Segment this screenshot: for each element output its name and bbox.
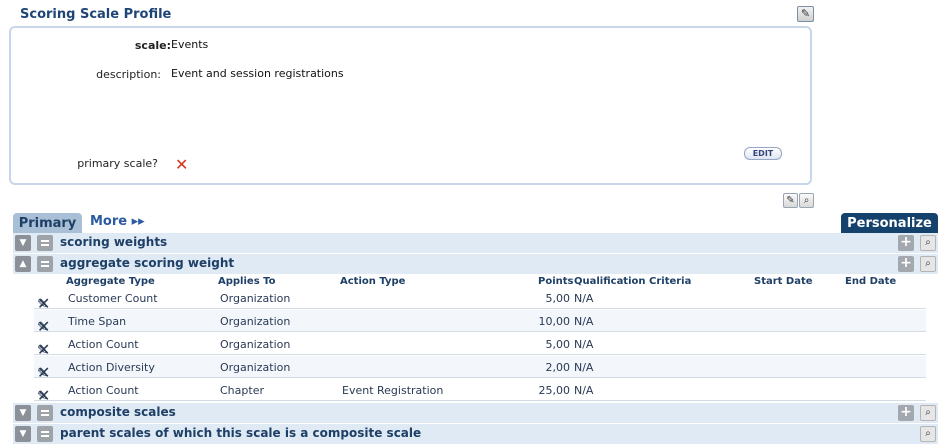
profile-panel: scale: Events description: Event and ses… xyxy=(9,26,812,185)
cell-applies-to: Organization xyxy=(220,292,291,305)
search-icon[interactable]: ⌕ xyxy=(799,193,814,208)
table-row[interactable]: ✎ ✕ Customer Count Organization 5,00 N/A xyxy=(34,287,926,312)
cell-criteria: N/A xyxy=(574,338,594,351)
edit-button[interactable]: EDIT xyxy=(744,147,782,160)
cell-applies-to: Organization xyxy=(220,338,291,351)
cell-points: 10,00 xyxy=(538,315,571,328)
add-icon[interactable]: + xyxy=(898,256,914,272)
cell-action-type: Event Registration xyxy=(342,384,444,397)
panel-toolbar: ✎ ⌕ xyxy=(783,193,814,208)
chevron-down-icon[interactable]: ▼ xyxy=(15,235,31,251)
primary-scale-label: primary scale? xyxy=(77,157,158,170)
section-title[interactable]: scoring weights xyxy=(60,235,167,249)
document-icon[interactable] xyxy=(37,235,53,251)
search-icon[interactable]: ⌕ xyxy=(920,405,936,421)
personalize-button[interactable]: Personalize xyxy=(841,213,938,233)
delete-icon[interactable]: ✕ xyxy=(37,365,50,381)
tab-primary[interactable]: Primary xyxy=(13,213,82,233)
search-icon[interactable]: ⌕ xyxy=(920,426,936,442)
document-icon[interactable] xyxy=(37,405,53,421)
cell-applies-to: Organization xyxy=(220,315,291,328)
cell-applies-to: Organization xyxy=(220,361,291,374)
section-scoring-weights: ▼ scoring weights + ⌕ xyxy=(13,233,938,253)
primary-scale-false-icon: ✕ xyxy=(175,155,189,174)
search-icon[interactable]: ⌕ xyxy=(920,235,936,251)
section-title[interactable]: aggregate scoring weight xyxy=(60,256,234,270)
cell-aggregate-type: Time Span xyxy=(68,315,127,328)
cell-points: 25,00 xyxy=(538,384,571,397)
col-start-date[interactable]: Start Date xyxy=(754,276,813,287)
section-title[interactable]: parent scales of which this scale is a c… xyxy=(60,426,421,440)
description-label: description: xyxy=(96,68,161,81)
cell-applies-to: Chapter xyxy=(220,384,264,397)
chevron-down-icon[interactable]: ▼ xyxy=(15,426,31,442)
scale-label: scale: xyxy=(134,39,171,52)
pencil-icon[interactable]: ✎ xyxy=(783,193,798,208)
cell-criteria: N/A xyxy=(574,361,594,374)
cell-aggregate-type: Action Count xyxy=(68,338,139,351)
chevron-down-icon[interactable]: ▼ xyxy=(15,405,31,421)
section-aggregate-scoring-weight: ▲ aggregate scoring weight + ⌕ xyxy=(13,254,938,274)
cell-aggregate-type: Action Diversity xyxy=(68,361,155,374)
description-value: Event and session registrations xyxy=(171,67,344,80)
cell-aggregate-type: Customer Count xyxy=(68,292,158,305)
table-row[interactable]: ✎ ✕ Action Diversity Organization 2,00 N/… xyxy=(34,356,926,381)
cell-criteria: N/A xyxy=(574,315,594,328)
cell-points: 5,00 xyxy=(545,338,571,351)
document-icon[interactable] xyxy=(37,256,53,272)
section-parent-scales: ▼ parent scales of which this scale is a… xyxy=(13,424,938,444)
cell-criteria: N/A xyxy=(574,384,594,397)
add-icon[interactable]: + xyxy=(898,405,914,421)
col-aggregate-type[interactable]: Aggregate Type xyxy=(66,276,155,287)
section-title[interactable]: composite scales xyxy=(60,405,176,419)
table-row[interactable]: ✎ ✕ Action Count Chapter Event Registrati… xyxy=(34,379,926,404)
tab-more[interactable]: More ▸▸ xyxy=(90,214,145,229)
col-applies-to[interactable]: Applies To xyxy=(218,276,276,287)
col-qualification-criteria[interactable]: Qualification Criteria xyxy=(574,276,691,287)
col-end-date[interactable]: End Date xyxy=(845,276,896,287)
chevron-up-icon[interactable]: ▲ xyxy=(15,256,31,272)
cell-points: 2,00 xyxy=(545,361,571,374)
delete-icon[interactable]: ✕ xyxy=(37,342,50,358)
cell-points: 5,00 xyxy=(545,292,571,305)
document-icon[interactable] xyxy=(37,426,53,442)
delete-icon[interactable]: ✕ xyxy=(37,296,50,312)
search-icon[interactable]: ⌕ xyxy=(920,256,936,272)
scale-value: Events xyxy=(171,38,209,51)
add-icon[interactable]: + xyxy=(898,235,914,251)
col-action-type[interactable]: Action Type xyxy=(340,276,405,287)
cell-aggregate-type: Action Count xyxy=(68,384,139,397)
section-composite-scales: ▼ composite scales + ⌕ xyxy=(13,403,938,423)
table-row[interactable]: ✎ ✕ Time Span Organization 10,00 N/A xyxy=(34,310,926,335)
delete-icon[interactable]: ✕ xyxy=(37,319,50,335)
page-title: Scoring Scale Profile xyxy=(20,7,172,22)
edit-profile-icon[interactable]: ✎ xyxy=(797,6,814,22)
table-row[interactable]: ✎ ✕ Action Count Organization 5,00 N/A xyxy=(34,333,926,358)
delete-icon[interactable]: ✕ xyxy=(37,388,50,404)
cell-criteria: N/A xyxy=(574,292,594,305)
col-points[interactable]: Points xyxy=(538,276,573,287)
